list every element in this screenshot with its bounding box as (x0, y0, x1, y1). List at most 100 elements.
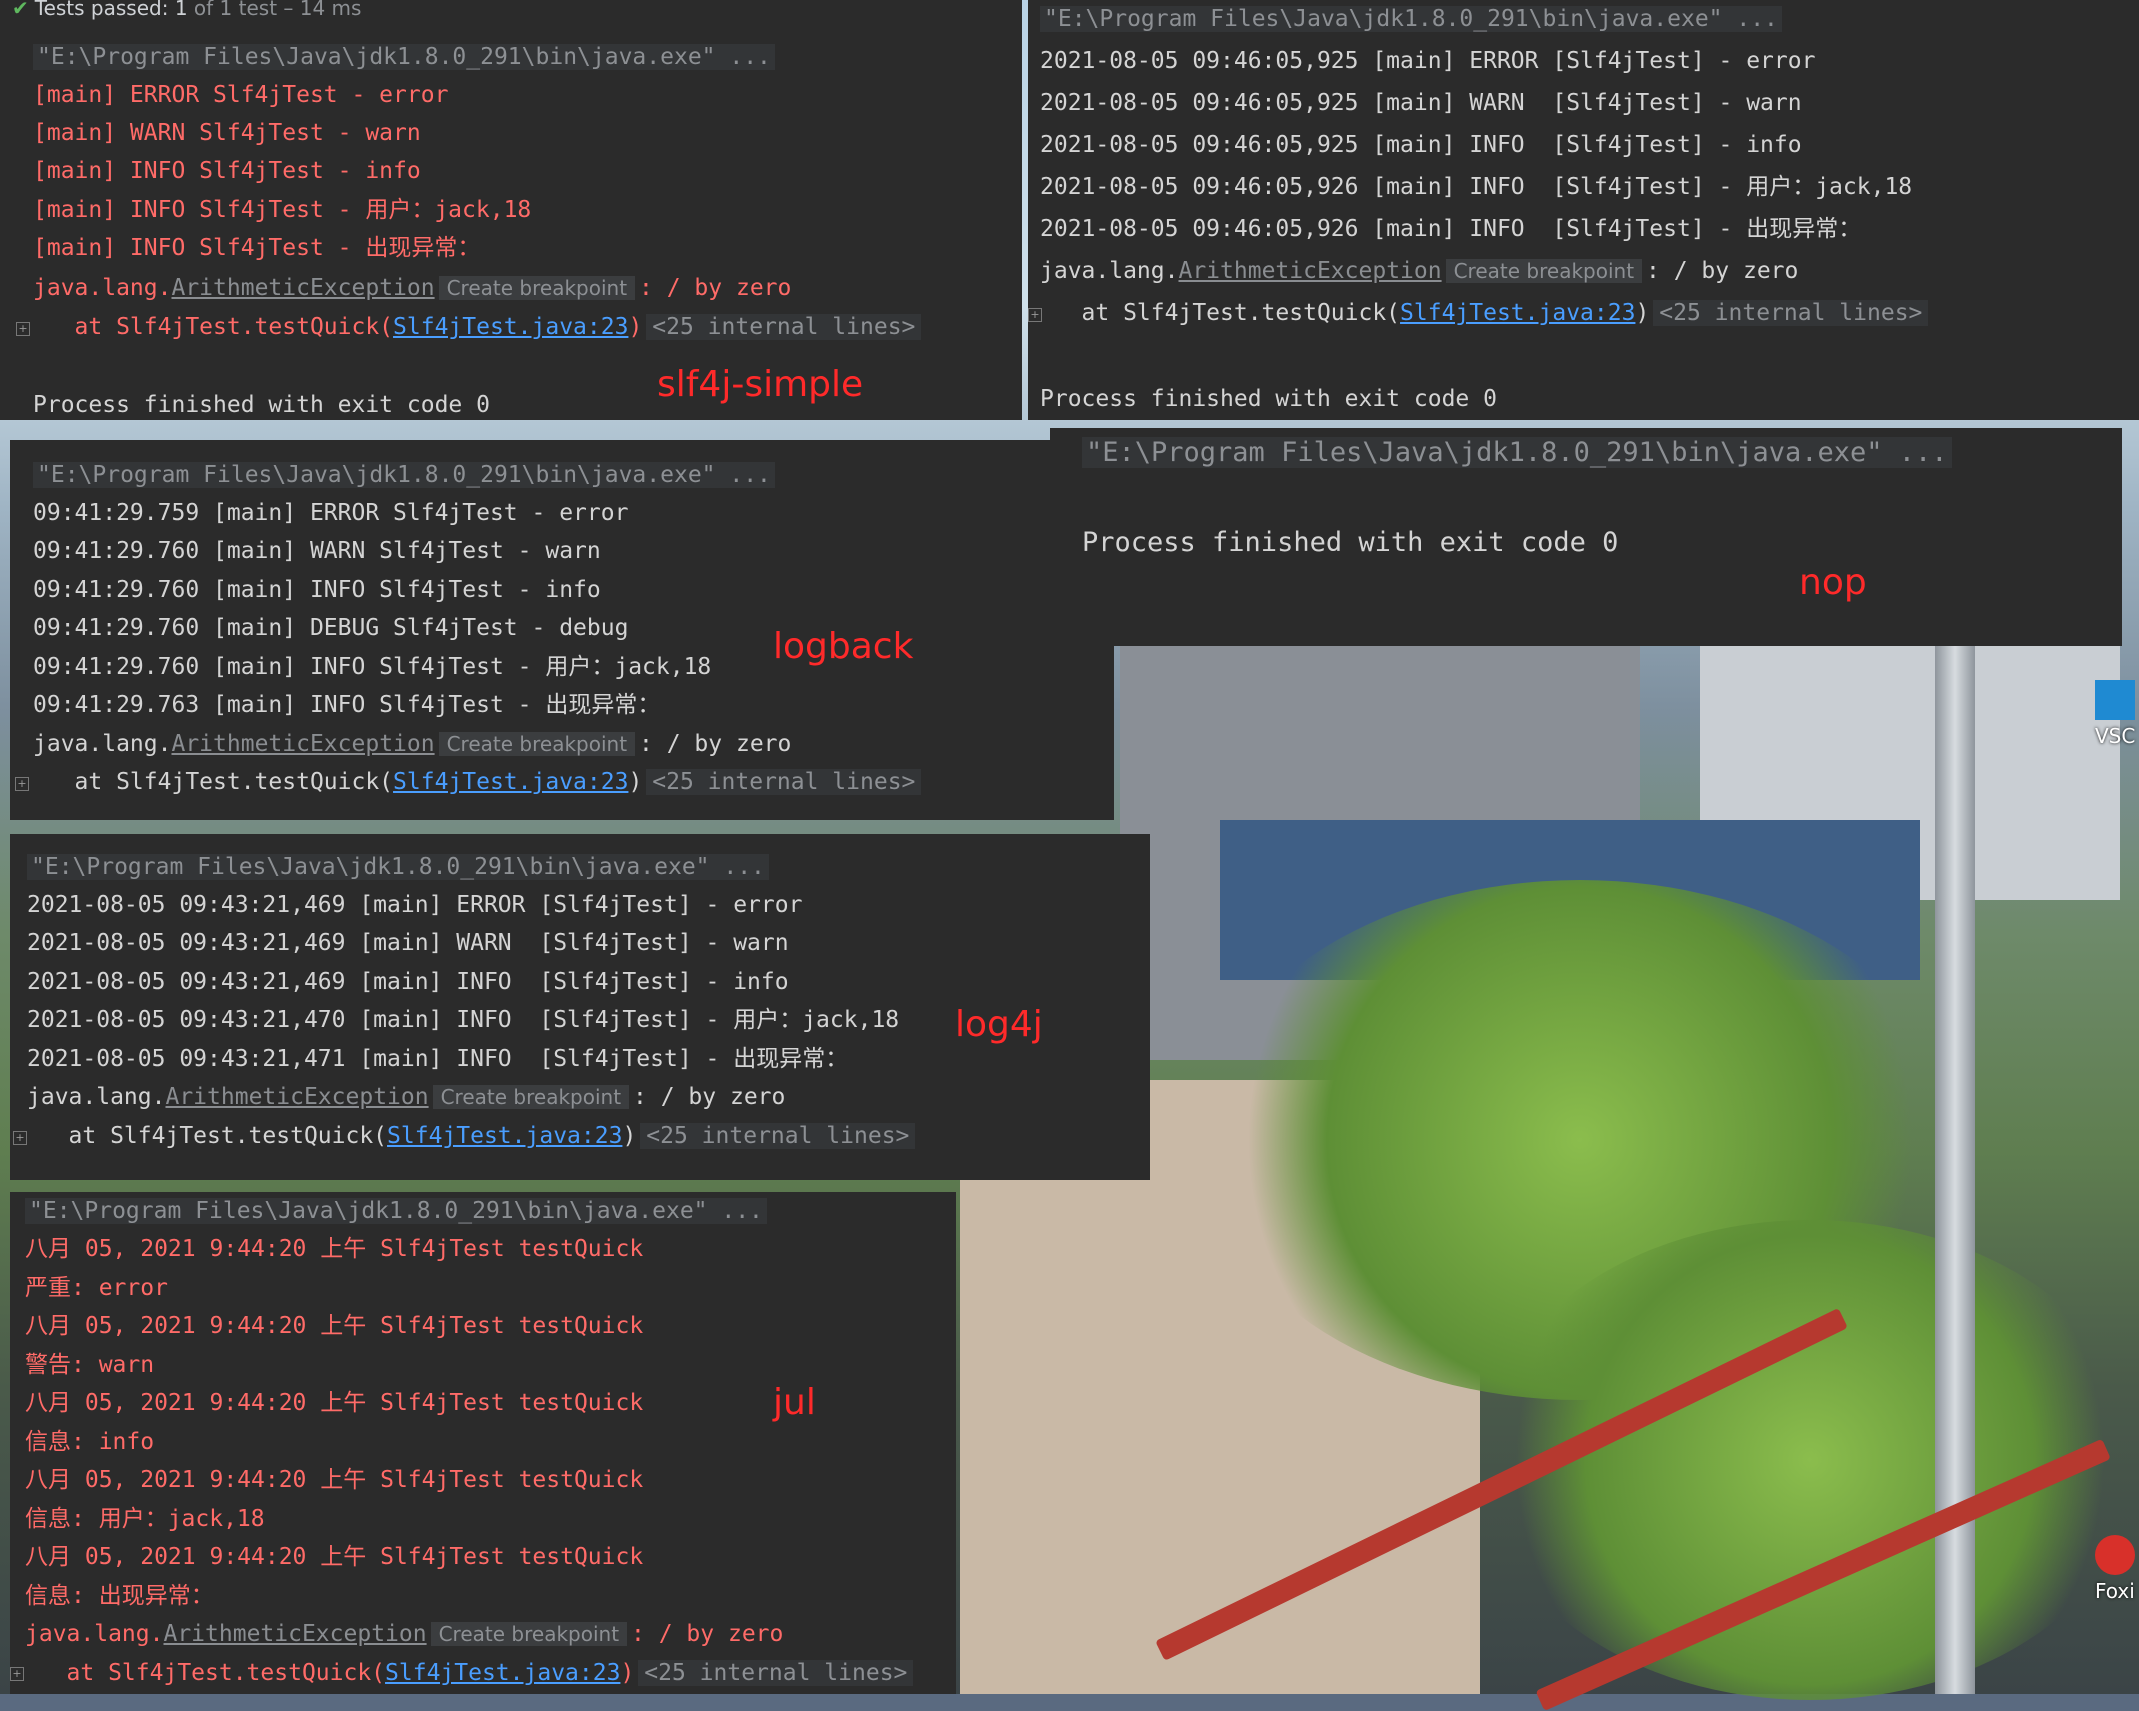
log-line: 2021-08-05 09:43:21,470 [main] INFO [Slf… (27, 1007, 900, 1033)
log-line: 2021-08-05 09:46:05,925 [main] WARN [Slf… (1040, 90, 1802, 116)
exception-line: java.lang.ArithmeticException Create brea… (33, 729, 791, 759)
panel-label-logback: logback (773, 626, 914, 667)
process-finished-line: Process finished with exit code 0 (1082, 527, 1619, 558)
exception-class-link[interactable]: ArithmeticException (163, 1621, 426, 1647)
expand-icon[interactable]: + (16, 322, 30, 336)
log-line: 信息: info (25, 1429, 155, 1455)
exception-message: : / by zero (639, 275, 792, 301)
pole (1935, 640, 1975, 1694)
internal-lines-toggle[interactable]: <25 internal lines> (638, 1660, 914, 1686)
foxit-icon[interactable]: Foxi (2095, 1535, 2135, 1603)
create-breakpoint-button[interactable]: Create breakpoint (438, 732, 636, 756)
foxit-icon-label: Foxi (2095, 1579, 2135, 1603)
stack-frame-line: at Slf4jTest.testQuick(Slf4jTest.java:23… (25, 1658, 914, 1688)
panel-label-jul: jul (773, 1382, 816, 1423)
console-jul: "E:\Program Files\Java\jdk1.8.0_291\bin\… (10, 1192, 956, 1694)
log-line: [main] ERROR Slf4jTest - error (33, 82, 449, 108)
log-line: 09:41:29.760 [main] INFO Slf4jTest - 用户：… (33, 654, 712, 680)
exception-prefix: java.lang. (27, 1084, 166, 1110)
create-breakpoint-button[interactable]: Create breakpoint (438, 276, 636, 300)
panel-label-slf4j-simple: slf4j-simple (657, 364, 864, 405)
log-line: 09:41:29.760 [main] INFO Slf4jTest - inf… (33, 577, 601, 603)
log-line: 严重: error (25, 1275, 168, 1301)
stack-frame-suffix: ) (628, 314, 643, 340)
vscode-icon-label: VSC (2095, 724, 2136, 748)
stack-frame-prefix: at Slf4jTest.testQuick( (27, 1123, 388, 1149)
log-line: 2021-08-05 09:46:05,925 [main] ERROR [Sl… (1040, 48, 1816, 74)
console-nop: "E:\Program Files\Java\jdk1.8.0_291\bin\… (1050, 428, 2122, 646)
console-log4j2: "E:\Program Files\Java\jdk1.8.0_291\bin\… (1028, 0, 2139, 420)
log-line: 2021-08-05 09:43:21,469 [main] ERROR [Sl… (27, 892, 803, 918)
log-line: 八月 05, 2021 9:44:20 上午 Slf4jTest testQui… (25, 1236, 644, 1262)
java-command-line: "E:\Program Files\Java\jdk1.8.0_291\bin\… (33, 462, 775, 488)
exception-prefix: java.lang. (25, 1621, 164, 1647)
expand-icon[interactable]: + (10, 1667, 24, 1681)
exception-line: java.lang.ArithmeticException Create brea… (33, 273, 791, 303)
log-line: 09:41:29.759 [main] ERROR Slf4jTest - er… (33, 500, 629, 526)
exception-class-link[interactable]: ArithmeticException (165, 1084, 428, 1110)
tree-foliage (1480, 1220, 2139, 1700)
stack-frame-suffix: ) (1635, 300, 1650, 326)
internal-lines-toggle[interactable]: <25 internal lines> (646, 314, 922, 340)
stack-frame-prefix: at Slf4jTest.testQuick( (25, 1660, 386, 1686)
exception-message: : / by zero (633, 1084, 786, 1110)
internal-lines-toggle[interactable]: <25 internal lines> (640, 1123, 916, 1149)
tests-passed-label: Tests passed: 1 (34, 0, 188, 20)
log-line: [main] WARN Slf4jTest - warn (33, 120, 421, 146)
exception-prefix: java.lang. (1040, 258, 1179, 284)
expand-icon[interactable]: + (13, 1131, 27, 1145)
console-slf4j-simple: ✔ Tests passed: 1 of 1 test – 14 ms "E:\P… (0, 0, 1022, 420)
test-status-bar: ✔ Tests passed: 1 of 1 test – 14 ms (12, 0, 361, 20)
process-finished-line: Process finished with exit code 0 (1040, 386, 1497, 412)
tests-summary-label: of 1 test – 14 ms (187, 0, 362, 20)
java-command-line: "E:\Program Files\Java\jdk1.8.0_291\bin\… (27, 854, 769, 880)
source-link[interactable]: Slf4jTest.java:23 (393, 314, 628, 340)
stack-frame-line: at Slf4jTest.testQuick(Slf4jTest.java:23… (33, 767, 922, 797)
log-line: 09:41:29.763 [main] INFO Slf4jTest - 出现异… (33, 692, 661, 718)
internal-lines-toggle[interactable]: <25 internal lines> (1653, 300, 1929, 326)
log-line: 2021-08-05 09:43:21,469 [main] WARN [Slf… (27, 930, 789, 956)
stack-frame-suffix: ) (622, 1123, 637, 1149)
log-line: 2021-08-05 09:46:05,926 [main] INFO [Slf… (1040, 174, 1913, 200)
console-logback: "E:\Program Files\Java\jdk1.8.0_291\bin\… (10, 440, 1114, 820)
create-breakpoint-button[interactable]: Create breakpoint (430, 1622, 628, 1646)
log-line: [main] INFO Slf4jTest - info (33, 158, 421, 184)
exception-class-link[interactable]: ArithmeticException (171, 731, 434, 757)
exception-class-link[interactable]: ArithmeticException (171, 275, 434, 301)
exception-line: java.lang.ArithmeticException Create brea… (27, 1082, 785, 1112)
exception-prefix: java.lang. (33, 731, 172, 757)
java-command-line: "E:\Program Files\Java\jdk1.8.0_291\bin\… (33, 44, 775, 70)
log-line: [main] INFO Slf4jTest - 出现异常： (33, 235, 481, 261)
source-link[interactable]: Slf4jTest.java:23 (387, 1123, 622, 1149)
source-link[interactable]: Slf4jTest.java:23 (385, 1660, 620, 1686)
console-log4j: "E:\Program Files\Java\jdk1.8.0_291\bin\… (10, 834, 1150, 1180)
log-line: 09:41:29.760 [main] WARN Slf4jTest - war… (33, 538, 601, 564)
source-link[interactable]: Slf4jTest.java:23 (393, 769, 628, 795)
log-line: 2021-08-05 09:46:05,926 [main] INFO [Slf… (1040, 216, 1862, 242)
check-icon: ✔ (12, 0, 29, 20)
stack-frame-suffix: ) (628, 769, 643, 795)
log-line: 2021-08-05 09:46:05,925 [main] INFO [Slf… (1040, 132, 1802, 158)
log-line: 2021-08-05 09:43:21,471 [main] INFO [Slf… (27, 1046, 849, 1072)
expand-icon[interactable]: + (15, 777, 29, 791)
log-line: 信息: 用户：jack,18 (25, 1506, 265, 1532)
stack-frame-prefix: at Slf4jTest.testQuick( (33, 314, 394, 340)
log-line: 八月 05, 2021 9:44:20 上午 Slf4jTest testQui… (25, 1467, 644, 1493)
process-finished-line: Process finished with exit code 0 (33, 392, 490, 418)
log-line: [main] INFO Slf4jTest - 用户：jack,18 (33, 197, 532, 223)
exception-message: : / by zero (639, 731, 792, 757)
log-line: 09:41:29.760 [main] DEBUG Slf4jTest - de… (33, 615, 629, 641)
log-line: 八月 05, 2021 9:44:20 上午 Slf4jTest testQui… (25, 1544, 644, 1570)
vscode-icon[interactable]: VSC (2095, 680, 2135, 748)
log-line: 2021-08-05 09:43:21,469 [main] INFO [Slf… (27, 969, 789, 995)
stack-frame-line: at Slf4jTest.testQuick(Slf4jTest.java:23… (27, 1121, 916, 1151)
create-breakpoint-button[interactable]: Create breakpoint (432, 1085, 630, 1109)
create-breakpoint-button[interactable]: Create breakpoint (1445, 259, 1643, 283)
source-link[interactable]: Slf4jTest.java:23 (1400, 300, 1635, 326)
exception-message: : / by zero (631, 1621, 784, 1647)
java-command-line: "E:\Program Files\Java\jdk1.8.0_291\bin\… (25, 1198, 767, 1224)
internal-lines-toggle[interactable]: <25 internal lines> (646, 769, 922, 795)
exception-class-link[interactable]: ArithmeticException (1178, 258, 1441, 284)
java-command-line: "E:\Program Files\Java\jdk1.8.0_291\bin\… (1082, 437, 1952, 468)
stack-frame-prefix: at Slf4jTest.testQuick( (33, 769, 394, 795)
